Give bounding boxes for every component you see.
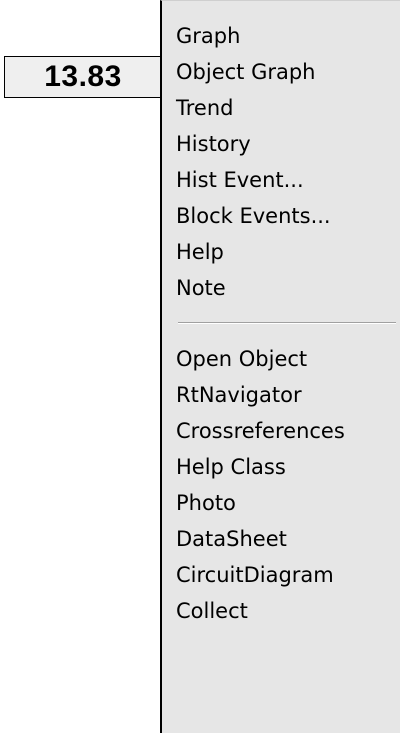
- menu-item-crossreferences[interactable]: Crossreferences: [162, 413, 400, 449]
- menu-item-note[interactable]: Note: [162, 270, 400, 306]
- menu-item-object-graph[interactable]: Object Graph: [162, 54, 400, 90]
- menu-item-help-class[interactable]: Help Class: [162, 449, 400, 485]
- context-menu: Graph Object Graph Trend History Hist Ev…: [160, 0, 400, 733]
- value-field[interactable]: 13.83: [4, 56, 162, 98]
- menu-item-hist-event[interactable]: Hist Event...: [162, 162, 400, 198]
- value-text: 13.83: [44, 60, 122, 93]
- menu-item-photo[interactable]: Photo: [162, 485, 400, 521]
- menu-item-circuit-diagram[interactable]: CircuitDiagram: [162, 557, 400, 593]
- menu-item-rtnavigator[interactable]: RtNavigator: [162, 377, 400, 413]
- menu-item-open-object[interactable]: Open Object: [162, 341, 400, 377]
- menu-item-graph[interactable]: Graph: [162, 18, 400, 54]
- menu-item-block-events[interactable]: Block Events...: [162, 198, 400, 234]
- menu-item-collect[interactable]: Collect: [162, 593, 400, 629]
- menu-item-history[interactable]: History: [162, 126, 400, 162]
- menu-item-datasheet[interactable]: DataSheet: [162, 521, 400, 557]
- menu-item-help[interactable]: Help: [162, 234, 400, 270]
- menu-separator: [178, 322, 396, 324]
- menu-item-trend[interactable]: Trend: [162, 90, 400, 126]
